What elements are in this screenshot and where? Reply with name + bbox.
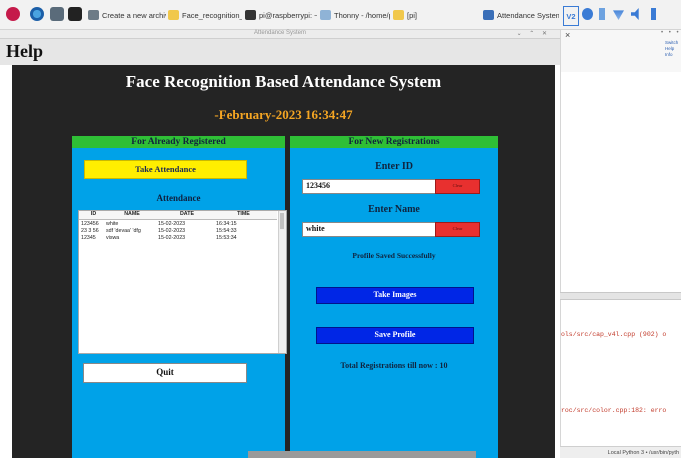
thonny-shell[interactable]: ols/src/cap_v4l.cpp (902) o roc/src/colo…	[560, 300, 681, 446]
scrollbar-thumb[interactable]	[280, 213, 284, 229]
cell-name: sdf 'devaa' 'dfg	[106, 228, 141, 234]
more-icon[interactable]: • • •	[661, 30, 681, 36]
datetime-label: -February-2023 16:34:47	[214, 107, 353, 122]
task-terminal[interactable]: pi@raspberrypi: ~	[245, 6, 317, 24]
column-header-time[interactable]: TIME	[216, 211, 271, 219]
app-canvas: Face Recognition Based Attendance System…	[12, 65, 555, 458]
cell-name: white	[106, 221, 119, 227]
side-links: Switch Help Info	[665, 40, 678, 58]
table-body: 123456 white 15-02-2023 16:34:15 23 3 56…	[79, 221, 277, 242]
quit-button[interactable]: Quit	[83, 363, 247, 383]
interpreter-status[interactable]: Local Python 3 • /usr/bin/pyth	[560, 446, 681, 458]
table-row[interactable]: 23 3 56 sdf 'devaa' 'dfg 15-02-2023 15:5…	[79, 228, 277, 235]
table-row[interactable]: 123456 white 15-02-2023 16:34:15	[79, 221, 277, 228]
cell-time: 16:34:15	[216, 221, 237, 227]
task-label: [pi]	[407, 10, 418, 20]
cell-name: viswa	[106, 235, 120, 241]
enter-name-label: Enter Name	[368, 204, 420, 215]
cell-id: 12345	[81, 235, 96, 241]
menu-bar: Help	[0, 39, 560, 65]
volume-icon[interactable]	[631, 8, 639, 20]
task-thonny[interactable]: Thonny - /home/p...	[320, 6, 390, 24]
overlay-bar	[248, 451, 476, 458]
cell-date: 15-02-2023	[158, 228, 186, 234]
task-label: pi@raspberrypi: ~	[259, 10, 317, 20]
task-label: Create a new archive	[102, 10, 166, 20]
task-label: Thonny - /home/p...	[334, 10, 390, 20]
cell-id: 123456	[81, 221, 99, 227]
table-scrollbar[interactable]	[278, 211, 286, 353]
clear-id-button[interactable]: Clear	[435, 179, 480, 194]
take-attendance-button[interactable]: Take Attendance	[84, 160, 247, 179]
window-icon	[483, 10, 494, 20]
battery-icon[interactable]	[651, 8, 656, 20]
new-registration-panel: For New Registrations Enter ID 123456 Cl…	[290, 136, 498, 458]
window-titlebar[interactable]: Attendance System ⌄ ⌃ ✕	[0, 30, 560, 39]
cell-date: 15-02-2023	[158, 235, 186, 241]
column-header-date[interactable]: DATE	[158, 211, 216, 219]
table-header: ID NAME DATE TIME	[79, 211, 277, 220]
wifi-icon[interactable]	[613, 10, 624, 20]
clear-name-button[interactable]: Clear	[435, 222, 480, 237]
cell-time: 15:53:34	[216, 235, 237, 241]
folder-icon	[393, 10, 404, 20]
bluetooth-icon[interactable]	[599, 8, 605, 20]
error-line: roc/src/color.cpp:182: erro	[561, 407, 667, 414]
column-header-id[interactable]: ID	[79, 211, 106, 219]
side-link[interactable]: Info	[665, 52, 678, 58]
raspberry-menu-icon[interactable]	[6, 7, 20, 21]
thonny-icon	[320, 10, 331, 20]
registered-panel-header: For Already Registered	[72, 136, 285, 148]
task-pi-folder[interactable]: [pi]	[393, 6, 429, 24]
save-profile-button[interactable]: Save Profile	[316, 327, 474, 344]
attendance-label: Attendance	[156, 193, 201, 203]
folder-icon	[168, 10, 179, 20]
new-registration-panel-header: For New Registrations	[290, 136, 498, 148]
enter-id-label: Enter ID	[375, 161, 413, 172]
thonny-toolbar: × • • • Switch Help Info	[560, 30, 681, 72]
task-attendance-system[interactable]: Attendance System	[483, 6, 559, 24]
thonny-editor[interactable]	[560, 72, 681, 292]
cell-time: 15:54:33	[216, 228, 237, 234]
attendance-table[interactable]: ID NAME DATE TIME 123456 white 15-02-202…	[78, 210, 287, 354]
vnc-tray[interactable]: V2	[563, 6, 579, 26]
total-registrations-label: Total Registrations till now : 10	[340, 361, 448, 370]
registered-panel: For Already Registered Take Attendance A…	[72, 136, 287, 458]
name-input[interactable]: white	[302, 222, 440, 237]
task-face-recognition-folder[interactable]: Face_recognition_b...	[168, 6, 242, 24]
cell-id: 23 3 56	[81, 228, 99, 234]
terminal-launcher-icon[interactable]	[68, 7, 82, 21]
taskbar: Create a new archive Face_recognition_b.…	[0, 0, 681, 30]
shell-divider[interactable]	[560, 292, 681, 300]
window-controls[interactable]: ⌄ ⌃ ✕	[517, 30, 550, 37]
vnc-label: V2	[566, 11, 576, 21]
browser-icon[interactable]	[30, 7, 44, 21]
column-header-name[interactable]: NAME	[106, 211, 158, 219]
take-images-button[interactable]: Take Images	[316, 287, 474, 304]
id-input[interactable]: 123456	[302, 179, 440, 194]
archive-icon	[88, 10, 99, 20]
window-title: Attendance System	[253, 30, 307, 36]
task-create-archive[interactable]: Create a new archive	[88, 6, 166, 24]
terminal-icon	[245, 10, 256, 20]
file-manager-icon[interactable]	[50, 7, 64, 21]
table-row[interactable]: 12345 viswa 15-02-2023 15:53:34	[79, 235, 277, 242]
update-icon[interactable]	[582, 8, 593, 20]
task-label: Attendance System	[497, 10, 559, 20]
error-line: ols/src/cap_v4l.cpp (902) o	[561, 331, 667, 338]
help-menu[interactable]: Help	[6, 41, 43, 62]
task-label: Face_recognition_b...	[182, 10, 242, 20]
status-message: Profile Saved Successfully	[352, 251, 436, 260]
close-icon[interactable]: ×	[565, 30, 570, 40]
cell-date: 15-02-2023	[158, 221, 186, 227]
app-title: Face Recognition Based Attendance System	[125, 72, 442, 91]
